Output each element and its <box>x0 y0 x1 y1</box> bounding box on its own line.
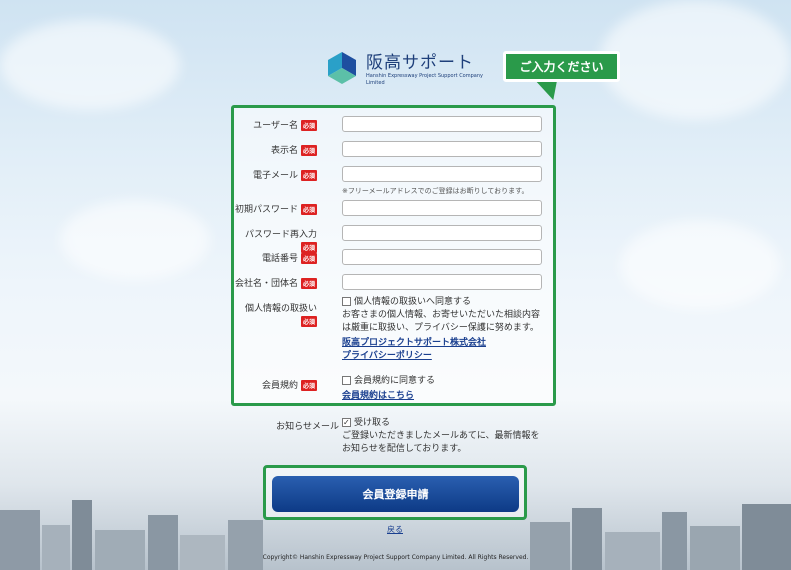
required-badge: 必須 <box>300 170 317 181</box>
label-email: 電子メール <box>252 171 298 181</box>
row-company: 会社名・団体名 必須 <box>232 274 317 289</box>
row-terms: 会員規約 必須 <box>232 376 317 391</box>
company-link[interactable]: 阪高プロジェクトサポート株式会社 <box>342 335 547 348</box>
terms-link[interactable]: 会員規約はこちら <box>342 388 547 401</box>
newsletter-text: ご登録いただきましたメールあてに、最新情報をお知らせを配信しております。 <box>342 431 540 454</box>
required-badge: 必須 <box>300 316 317 327</box>
logo-subtitle: Hanshin Expressway Project Support Compa… <box>366 73 483 86</box>
terms-section: 会員規約に同意する 会員規約はこちら <box>342 375 547 401</box>
label-username: ユーザー名 <box>253 121 298 131</box>
cloud <box>0 20 180 110</box>
email-note: ※フリーメールアドレスでのご登録はお断りしております。 <box>342 187 529 195</box>
label-display-name: 表示名 <box>270 146 298 156</box>
terms-checkbox[interactable] <box>342 376 351 385</box>
required-badge: 必須 <box>300 380 317 391</box>
back-link[interactable]: 戻る <box>387 524 403 535</box>
phone-input[interactable] <box>342 249 542 265</box>
required-badge: 必須 <box>300 253 317 264</box>
row-phone: 電話番号 必須 <box>232 249 317 264</box>
newsletter-checkbox[interactable] <box>342 416 351 429</box>
bubble-tail <box>536 82 564 100</box>
terms-consent[interactable]: 会員規約に同意する <box>342 375 547 388</box>
privacy-section: 個人情報の取扱いへ同意する お客さまの個人情報、お寄せいただいた相談内容は厳重に… <box>342 296 547 361</box>
required-badge: 必須 <box>300 278 317 289</box>
row-privacy: 個人情報の取扱い必須 <box>232 299 317 327</box>
privacy-checkbox-label: 個人情報の取扱いへ同意する <box>354 297 472 307</box>
row-display-name: 表示名 必須 <box>232 141 317 156</box>
label-company: 会社名・団体名 <box>234 279 298 289</box>
row-username: ユーザー名 必須 <box>232 116 317 131</box>
cloud <box>620 220 780 310</box>
label-password-confirm: パスワード再入力 <box>244 230 317 240</box>
newsletter-checkbox-label: 受け取る <box>354 418 391 428</box>
cloud <box>600 0 791 120</box>
privacy-consent[interactable]: 個人情報の取扱いへ同意する <box>342 296 547 309</box>
label-terms: 会員規約 <box>261 381 298 391</box>
cloud <box>60 200 210 280</box>
label-initial-password: 初期パスワード <box>234 205 298 215</box>
display-name-input[interactable] <box>342 141 542 157</box>
row-newsletter: お知らせメール <box>232 417 339 432</box>
required-badge: 必須 <box>300 145 317 156</box>
required-badge: 必須 <box>300 204 317 215</box>
privacy-policy-link[interactable]: プライバシーポリシー <box>342 348 547 361</box>
logo-mark-icon <box>328 51 356 84</box>
required-badge: 必須 <box>300 120 317 131</box>
copyright-text: Copyright© Hanshin Expressway Project Su… <box>262 554 529 561</box>
row-initial-password: 初期パスワード 必須 <box>232 200 317 215</box>
company-logo: 阪高サポート Hanshin Expressway Project Suppor… <box>324 48 486 87</box>
input-prompt-bubble: ご入力ください <box>503 51 620 82</box>
terms-checkbox-label: 会員規約に同意する <box>354 376 436 386</box>
label-phone: 電話番号 <box>261 254 298 264</box>
privacy-checkbox[interactable] <box>342 297 351 306</box>
email-input[interactable] <box>342 166 542 182</box>
company-input[interactable] <box>342 274 542 290</box>
privacy-text: お客さまの個人情報、お寄せいただいた相談内容は厳重に取扱い、プライバシー保護に努… <box>342 310 541 333</box>
register-submit-button[interactable]: 会員登録申請 <box>272 476 519 512</box>
logo-name: 阪高サポート <box>366 53 474 73</box>
label-newsletter: お知らせメール <box>276 422 339 432</box>
newsletter-consent[interactable]: 受け取る <box>342 416 547 430</box>
initial-password-input[interactable] <box>342 200 542 216</box>
label-privacy: 個人情報の取扱い <box>244 304 317 314</box>
newsletter-section: 受け取る ご登録いただきましたメールあてに、最新情報をお知らせを配信しております… <box>342 416 547 456</box>
username-input[interactable] <box>342 116 542 132</box>
row-email: 電子メール 必須 <box>232 166 317 181</box>
password-confirm-input[interactable] <box>342 225 542 241</box>
